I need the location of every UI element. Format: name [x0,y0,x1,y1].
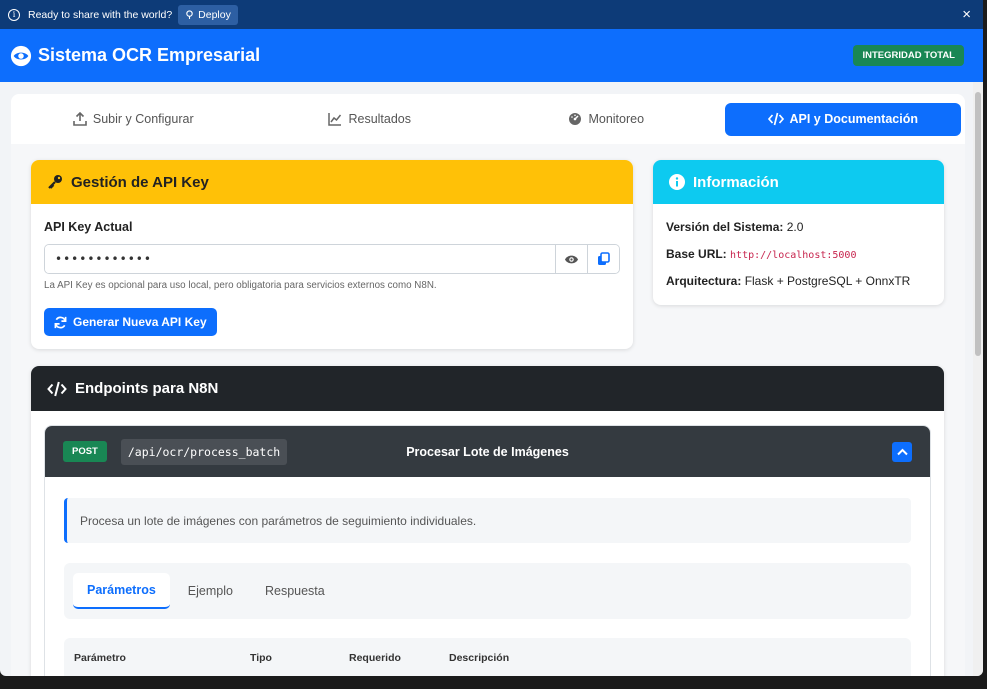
copy-button[interactable] [587,245,619,273]
api-key-field-label: API Key Actual [44,220,133,234]
version-value: 2.0 [786,220,804,234]
code-icon [47,381,67,396]
method-badge: POST [63,441,107,462]
code-icon [767,112,784,126]
top-navbar: Sistema OCR Empresarial INTEGRIDAD TOTAL [0,29,983,82]
endpoints-card: Endpoints para N8N POST /api/ocr/process… [31,366,944,676]
endpoint-path: /api/ocr/process_batch [120,438,288,465]
column-header-description: Descripción [449,652,510,664]
endpoints-card-header: Endpoints para N8N [31,366,944,411]
column-header-required: Requerido [349,652,401,664]
base-url-label: Base URL: [666,247,727,261]
gauge-icon [569,113,582,125]
copy-icon [598,252,610,265]
api-key-input-group [44,244,620,274]
deploy-button[interactable]: Deploy [178,4,238,25]
scrollbar-thumb[interactable] [975,92,981,356]
deploy-icon [186,10,193,19]
upload-icon [73,112,87,126]
main-tabs: Subir y Configurar Resultados Monitoreo … [11,94,965,144]
tab-api-docs[interactable]: API y Documentación [724,102,961,136]
info-card-title: Información [693,173,779,191]
endpoint-item: POST /api/ocr/process_batch Procesar Lot… [44,425,931,676]
info-card-header: Información [653,160,944,204]
page-scrollbar[interactable] [973,82,983,676]
endpoints-card-title: Endpoints para N8N [75,380,219,397]
api-key-card-header: Gestión de API Key [31,160,633,204]
api-key-input[interactable] [45,245,555,273]
tab-monitoring[interactable]: Monitoreo [488,103,725,136]
endpoint-header[interactable]: POST /api/ocr/process_batch Procesar Lot… [45,426,930,477]
tab-api-docs-label: API y Documentación [789,112,919,126]
column-header-parameter: Parámetro [74,652,126,664]
info-icon: i [8,8,20,21]
refresh-icon [54,316,67,328]
base-url-row: Base URL: http://localhost:5000 [666,247,856,261]
subtab-example[interactable]: Ejemplo [174,573,247,609]
api-key-card: Gestión de API Key API Key Actual La API… [31,160,633,349]
integrity-badge: INTEGRIDAD TOTAL [853,45,964,66]
parameters-table-header: Parámetro Tipo Requerido Descripción [64,638,911,676]
deploy-notice-bar: i Ready to share with the world? Deploy … [0,0,983,29]
deploy-button-label: Deploy [198,8,231,21]
endpoint-description: Procesa un lote de imágenes con parámetr… [64,498,911,543]
tab-upload-label: Subir y Configurar [92,112,194,126]
chevron-up-icon [896,448,908,455]
version-label: Versión del Sistema: [666,220,784,234]
architecture-label: Arquitectura: [666,274,742,288]
version-row: Versión del Sistema: 2.0 [666,220,803,234]
app-window: i Ready to share with the world? Deploy … [0,0,983,676]
tab-results[interactable]: Resultados [252,103,489,136]
main-content: Subir y Configurar Resultados Monitoreo … [0,82,973,676]
tab-monitoring-label: Monitoreo [588,112,645,126]
tab-results-label: Resultados [348,112,412,126]
endpoint-subtabs: Parámetros Ejemplo Respuesta [64,563,911,619]
collapse-button[interactable] [892,441,912,462]
eye-icon [564,255,579,263]
api-key-card-title: Gestión de API Key [71,173,209,191]
api-key-hint: La API Key es opcional para uso local, p… [44,280,437,291]
toggle-visibility-button[interactable] [555,245,587,273]
info-circle-icon [669,174,685,190]
subtab-response[interactable]: Respuesta [251,573,339,609]
chart-line-icon [328,113,342,126]
brand[interactable]: Sistema OCR Empresarial [10,45,260,67]
base-url-value: http://localhost:5000 [730,250,857,261]
app-title: Sistema OCR Empresarial [38,45,261,65]
generate-api-key-label: Generar Nueva API Key [73,315,207,329]
column-header-type: Tipo [250,652,272,664]
generate-api-key-button[interactable]: Generar Nueva API Key [44,308,217,336]
close-notice-button[interactable]: × [962,7,975,22]
notice-text: Ready to share with the world? [28,8,173,21]
architecture-value: Flask + PostgreSQL + OnnxTR [744,274,911,288]
info-card: Información Versión del Sistema: 2.0 Bas… [653,160,944,305]
subtab-parameters[interactable]: Parámetros [73,573,170,609]
tab-upload[interactable]: Subir y Configurar [15,103,252,136]
key-icon [48,175,62,189]
eye-icon [10,45,32,66]
architecture-row: Arquitectura: Flask + PostgreSQL + OnnxT… [666,274,910,288]
